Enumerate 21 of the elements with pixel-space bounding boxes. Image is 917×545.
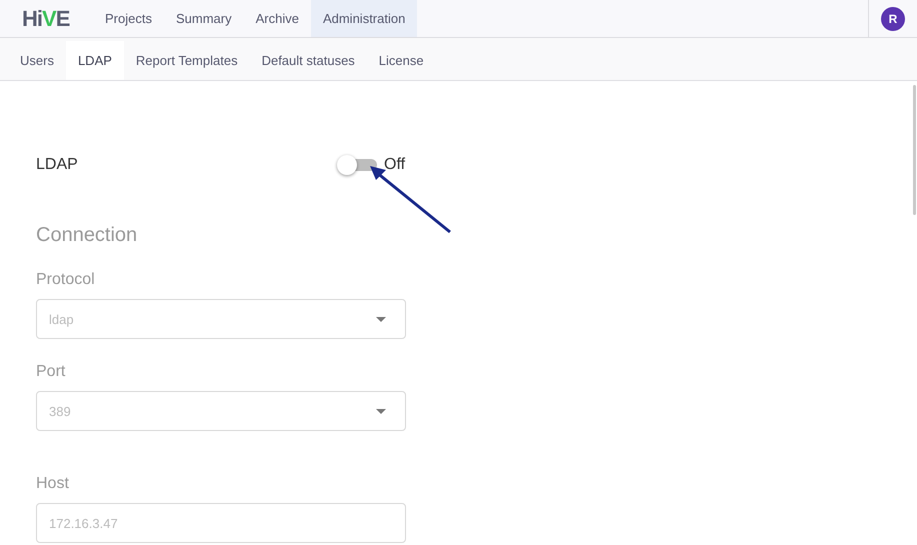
ldap-toggle[interactable] <box>337 155 377 175</box>
caret-icon <box>376 316 386 322</box>
ldap-label: LDAP <box>36 156 79 174</box>
caret-icon <box>376 408 386 414</box>
user-avatar[interactable]: R <box>881 6 905 30</box>
nav-tab[interactable]: Projects <box>93 0 164 37</box>
section-title: Connection <box>36 224 138 247</box>
nav-tab[interactable]: Summary <box>164 0 244 37</box>
nav-tab[interactable]: Archive <box>244 0 311 37</box>
field-label: Host <box>36 475 70 493</box>
hive-logo[interactable]: HiVE <box>0 0 93 37</box>
field-label: Port <box>36 363 66 381</box>
admin-tab[interactable]: Report Templates <box>124 41 250 80</box>
admin-tab[interactable]: LDAP <box>66 41 124 80</box>
admin-tab[interactable]: License <box>366 41 436 80</box>
scrollbar[interactable] <box>913 85 916 215</box>
nav-tab[interactable]: Administration <box>310 0 418 37</box>
admin-tab[interactable]: Users <box>8 41 66 80</box>
field-label: Protocol <box>36 271 96 289</box>
admin-tab[interactable]: Default statuses <box>250 41 367 80</box>
toggle-state: Off <box>384 156 406 174</box>
